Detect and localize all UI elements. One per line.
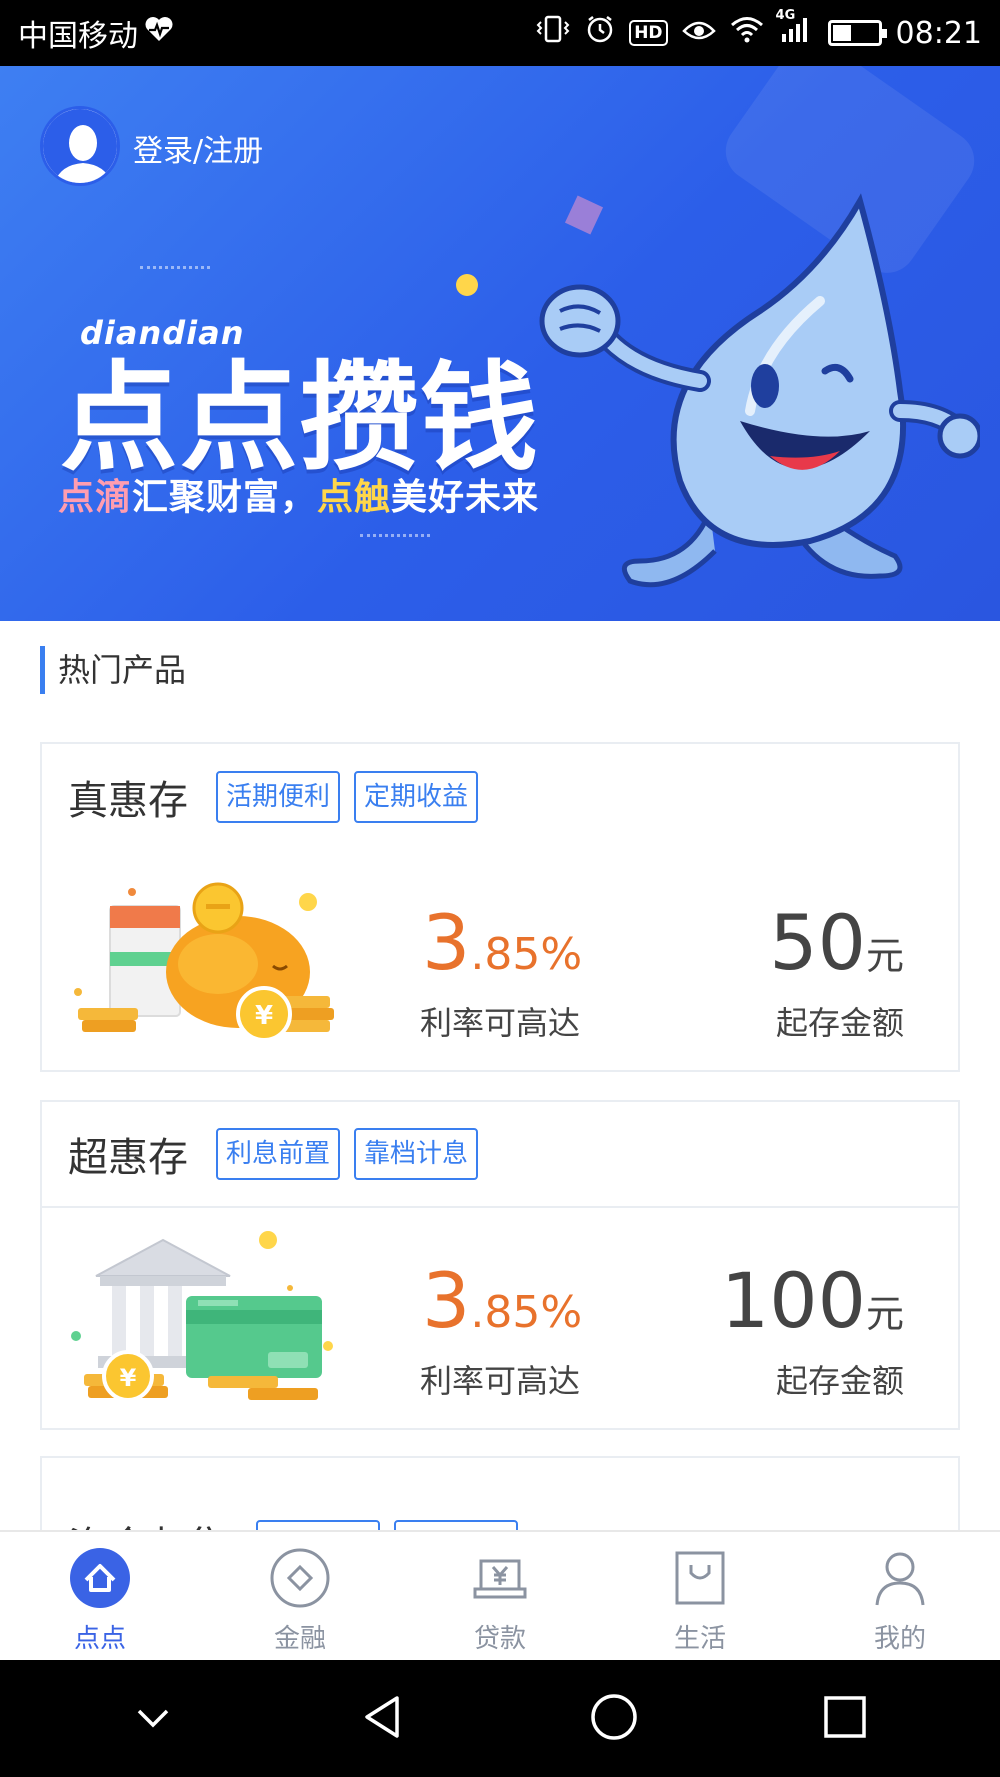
signal-icon: 4G: [776, 8, 814, 52]
status-bar: 中国移动 HD 4G 08:21: [0, 0, 1000, 66]
tab-loan[interactable]: 贷款: [400, 1532, 600, 1660]
recents-icon[interactable]: [821, 1693, 869, 1745]
min-deposit-value: 50: [769, 898, 866, 987]
rate-integer: 3: [422, 1256, 471, 1345]
min-deposit: 50元: [769, 898, 904, 987]
user-avatar-icon: [43, 109, 117, 183]
home-circle-icon[interactable]: [589, 1692, 639, 1746]
slogan-text: 美好未来: [391, 477, 540, 518]
bottom-tab-bar: 点点 金融 贷款 生活 我的: [0, 1530, 1000, 1660]
rate-decimal: .85%: [470, 929, 583, 980]
currency-unit: 元: [865, 1292, 904, 1336]
rate-integer: 3: [422, 898, 471, 987]
carrier-name: 中国移动: [18, 19, 138, 54]
slogan: 点滴汇聚财富，点触美好未来: [58, 468, 539, 520]
min-deposit-value: 100: [720, 1256, 866, 1345]
interest-rate: 3.85%: [422, 1256, 582, 1345]
water-drop-mascot-icon: [539, 193, 980, 588]
min-deposit: 100元: [721, 1256, 904, 1345]
hero-banner[interactable]: 登录/注册 diandian 点点攒钱 点滴汇聚财富，点触美好未来: [0, 66, 1000, 621]
life-bag-icon: [668, 1546, 732, 1610]
currency-unit: 元: [865, 934, 904, 978]
tab-mine[interactable]: 我的: [800, 1532, 1000, 1660]
tab-life[interactable]: 生活: [600, 1532, 800, 1660]
profile-icon: [868, 1546, 932, 1610]
svg-text:¥: ¥: [120, 1364, 137, 1392]
rate-decimal: .85%: [470, 1287, 583, 1338]
network-type: 4G: [775, 8, 796, 23]
min-deposit-label: 起存金额: [775, 1004, 904, 1042]
slogan-highlight: 点滴: [58, 477, 133, 518]
home-icon: [68, 1546, 132, 1610]
tab-label: 生活: [673, 1624, 726, 1654]
product-card-zhenhuicun[interactable]: 真惠存 活期便利 定期收益 ¥ 3.85% 利率可高达 50元 起存金额: [40, 742, 960, 1072]
wave-decoration: [140, 266, 210, 274]
alarm-icon: [585, 14, 615, 52]
product-card-header: 真惠存 活期便利 定期收益: [42, 744, 958, 850]
slogan-text: 汇聚财富，: [132, 477, 318, 518]
loan-icon: [468, 1546, 532, 1610]
svg-text:¥: ¥: [255, 1001, 273, 1031]
chevron-down-icon[interactable]: [131, 1695, 175, 1743]
hd-icon: HD: [629, 20, 668, 46]
heart-pulse-icon: [144, 15, 174, 51]
product-card-chaohuicun[interactable]: 超惠存 利息前置 靠档计息 ¥ 3.85% 利率可高达 100元 起存金额: [40, 1100, 960, 1430]
piggy-bank-icon: ¥: [74, 882, 334, 1042]
finance-icon: [268, 1546, 332, 1610]
rate-label: 利率可高达: [420, 1004, 581, 1042]
interest-rate: 3.85%: [422, 898, 582, 987]
section-title: 热门产品: [40, 646, 186, 694]
tab-diandian[interactable]: 点点: [0, 1532, 200, 1660]
tab-label: 我的: [873, 1624, 926, 1654]
rate-label: 利率可高达: [420, 1362, 581, 1400]
battery-icon: [827, 20, 887, 46]
product-tag: 靠档计息: [354, 1128, 479, 1180]
login-register-link[interactable]: 登录/注册: [133, 126, 263, 170]
avatar[interactable]: [40, 106, 120, 186]
clock: 08:21: [895, 15, 982, 51]
tab-label: 点点: [73, 1624, 126, 1654]
brand-title: 点点攒钱: [60, 349, 541, 487]
tab-label: 金融: [273, 1624, 326, 1654]
vibrate-icon: [535, 14, 571, 52]
min-deposit-label: 起存金额: [775, 1362, 904, 1400]
bank-card-icon: ¥: [71, 1231, 333, 1402]
system-nav-bar: [0, 1660, 1000, 1777]
slogan-highlight: 点触: [317, 477, 392, 518]
product-tag: 利息前置: [216, 1128, 341, 1180]
product-tag: 定期收益: [354, 771, 479, 823]
battery-level: [832, 25, 851, 41]
product-card-body: ¥ 3.85% 利率可高达 50元 起存金额: [42, 850, 958, 1070]
carrier-group: 中国移动: [18, 11, 174, 55]
yellow-dot: [456, 274, 478, 296]
product-card-header: 超惠存 利息前置 靠档计息: [42, 1102, 958, 1208]
tab-finance[interactable]: 金融: [200, 1532, 400, 1660]
product-name: 超惠存: [68, 1135, 188, 1181]
tab-label: 贷款: [473, 1624, 526, 1654]
eye-icon: [681, 16, 716, 51]
wave-decoration: [360, 534, 430, 542]
product-card-body: ¥ 3.85% 利率可高达 100元 起存金额: [42, 1208, 958, 1428]
wifi-icon: [730, 15, 764, 51]
product-tag: 活期便利: [216, 771, 341, 823]
status-icons: HD 4G 08:21: [535, 8, 982, 52]
product-name: 真惠存: [68, 778, 188, 824]
brand-english: diandian: [80, 314, 245, 352]
back-icon[interactable]: [357, 1692, 407, 1746]
